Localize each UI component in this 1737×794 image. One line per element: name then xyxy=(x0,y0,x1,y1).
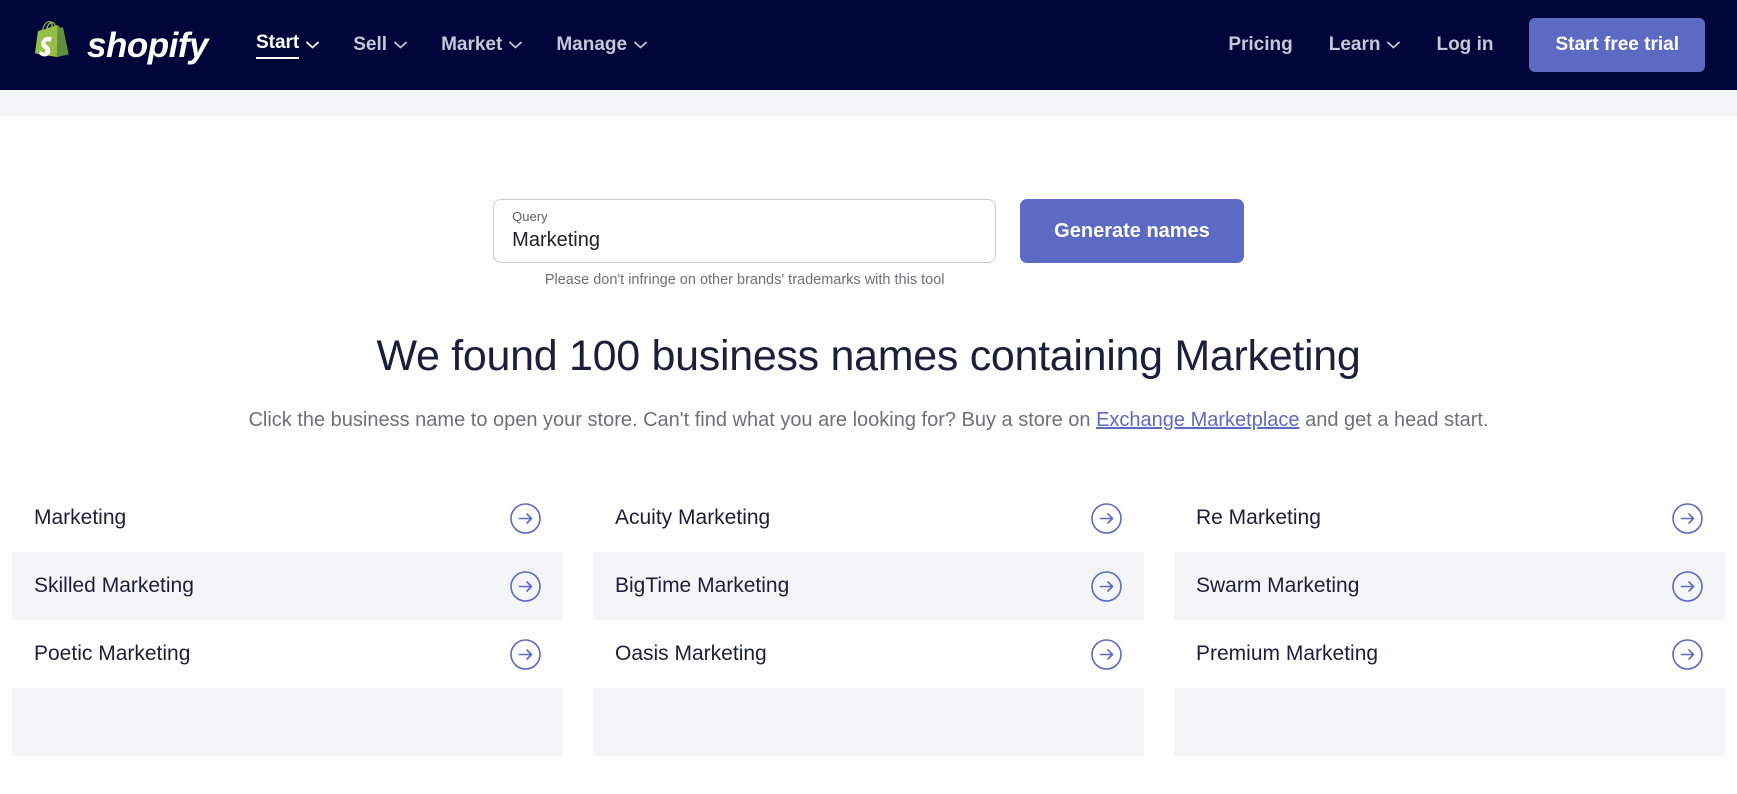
results-column-3: Re Marketing Swarm Marketing Premium Mar… xyxy=(1174,484,1725,756)
list-item[interactable]: Skilled Marketing xyxy=(12,552,563,620)
arrow-right-circle-icon[interactable] xyxy=(510,502,541,534)
business-name: Marketing xyxy=(34,506,127,529)
query-field[interactable]: Query xyxy=(493,199,997,263)
page-title: We found 100 business names containing M… xyxy=(376,332,1361,380)
subtitle-text-before: Click the business name to open your sto… xyxy=(248,409,1097,431)
nav-item-login[interactable]: Log in xyxy=(1436,30,1493,60)
business-name: Swarm Marketing xyxy=(1196,574,1360,597)
subtitle-text-after: and get a head start. xyxy=(1299,409,1489,431)
results-column-2: Acuity Marketing BigTime Marketing Oasis… xyxy=(593,484,1144,756)
generate-names-button[interactable]: Generate names xyxy=(1020,199,1244,263)
chevron-down-icon xyxy=(634,41,647,49)
name-generator-search: Query Please don't infringe on other bra… xyxy=(0,199,1737,288)
arrow-right-circle-icon[interactable] xyxy=(1672,570,1703,602)
results-column-1: Marketing Skilled Marketing Poetic Marke… xyxy=(12,484,563,756)
list-item[interactable]: Premium Marketing xyxy=(1174,620,1725,688)
nav-item-learn-label: Learn xyxy=(1328,34,1381,55)
business-name: Skilled Marketing xyxy=(34,574,194,597)
nav-item-sell[interactable]: Sell xyxy=(353,30,407,60)
arrow-right-circle-icon[interactable] xyxy=(510,638,541,670)
chevron-down-icon xyxy=(1387,41,1401,49)
list-item[interactable]: Acuity Marketing xyxy=(593,484,1144,552)
nav-item-start[interactable]: Start xyxy=(255,28,320,63)
nav-item-sell-label: Sell xyxy=(353,34,388,55)
nav-item-start-label: Start xyxy=(255,32,300,59)
nav-item-pricing[interactable]: Pricing xyxy=(1228,30,1292,60)
arrow-right-circle-icon[interactable] xyxy=(1091,570,1122,602)
business-name: Acuity Marketing xyxy=(615,506,771,529)
business-name: Oasis Marketing xyxy=(615,642,767,665)
search-input[interactable] xyxy=(512,225,978,255)
list-item[interactable] xyxy=(12,688,563,756)
business-names-grid: Marketing Skilled Marketing Poetic Marke… xyxy=(0,484,1737,756)
shopify-wordmark: shopify xyxy=(87,25,208,65)
shopify-bag-icon xyxy=(32,21,75,69)
primary-nav-group: Start Sell Market Manage xyxy=(255,28,647,63)
nav-item-learn[interactable]: Learn xyxy=(1329,30,1401,60)
business-name: Re Marketing xyxy=(1196,506,1321,529)
business-name: Premium Marketing xyxy=(1196,642,1379,665)
chevron-down-icon xyxy=(306,41,320,49)
nav-item-manage-label: Manage xyxy=(556,34,628,55)
list-item[interactable]: BigTime Marketing xyxy=(593,552,1144,620)
arrow-right-circle-icon[interactable] xyxy=(1672,638,1703,670)
nav-underbar xyxy=(0,90,1737,116)
list-item[interactable]: Oasis Marketing xyxy=(593,620,1144,688)
list-item[interactable]: Swarm Marketing xyxy=(1174,552,1725,620)
list-item[interactable]: Re Marketing xyxy=(1174,484,1725,552)
business-name: BigTime Marketing xyxy=(615,574,790,597)
arrow-right-circle-icon[interactable] xyxy=(1091,638,1122,670)
query-field-label: Query xyxy=(512,209,548,224)
secondary-nav-group: Pricing Learn Log in Start free trial xyxy=(1228,18,1705,72)
business-name: Poetic Marketing xyxy=(34,642,191,665)
nav-item-login-label: Log in xyxy=(1436,34,1494,55)
list-item[interactable] xyxy=(593,688,1144,756)
chevron-down-icon xyxy=(509,41,523,49)
list-item[interactable]: Poetic Marketing xyxy=(12,620,563,688)
arrow-right-circle-icon[interactable] xyxy=(1091,502,1122,534)
nav-item-manage[interactable]: Manage xyxy=(556,30,647,60)
results-subtitle: Click the business name to open your sto… xyxy=(0,409,1737,432)
nav-item-market-label: Market xyxy=(441,34,503,55)
nav-item-market[interactable]: Market xyxy=(441,30,523,60)
trademark-helper-text: Please don't infringe on other brands' t… xyxy=(544,272,945,288)
list-item[interactable] xyxy=(1174,688,1725,756)
arrow-right-circle-icon[interactable] xyxy=(510,570,541,602)
chevron-down-icon xyxy=(394,41,407,49)
list-item[interactable]: Marketing xyxy=(12,484,563,552)
start-free-trial-button[interactable]: Start free trial xyxy=(1529,18,1705,72)
nav-item-pricing-label: Pricing xyxy=(1228,34,1293,55)
exchange-marketplace-link[interactable]: Exchange Marketplace xyxy=(1096,409,1299,431)
arrow-right-circle-icon[interactable] xyxy=(1672,502,1703,534)
shopify-logo-link[interactable]: shopify xyxy=(32,21,208,69)
top-navigation-bar: shopify Start Sell Market Manage Pricing… xyxy=(0,0,1737,90)
query-field-column: Query Please don't infringe on other bra… xyxy=(493,199,997,288)
